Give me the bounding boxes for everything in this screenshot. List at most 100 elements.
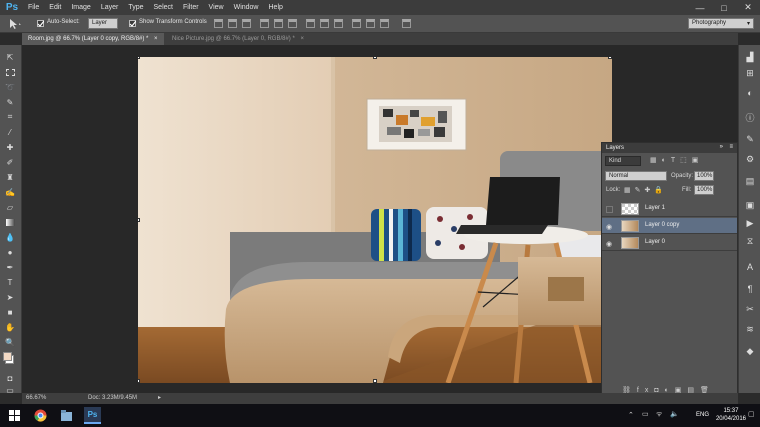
pen-tool-icon[interactable]: ✒ — [3, 261, 17, 273]
navigator-icon[interactable]: ⊞ — [744, 67, 756, 79]
layer-row-layer-1[interactable]: Layer 1 — [602, 201, 737, 217]
status-menu-arrow-icon[interactable]: ▸ — [158, 394, 161, 401]
layers-panel-title[interactable]: Layers — [606, 145, 624, 151]
language-indicator[interactable]: ENG — [696, 412, 709, 418]
auto-select-checkbox[interactable] — [37, 20, 44, 27]
transform-handle-left[interactable] — [138, 218, 140, 222]
brush-tool-icon[interactable]: ✐ — [3, 156, 17, 168]
history-brush-tool-icon[interactable]: ✍ — [3, 186, 17, 198]
align-bottom-icon[interactable] — [242, 19, 251, 28]
menu-filter[interactable]: Filter — [178, 4, 204, 11]
network-icon[interactable]: ▭ — [642, 410, 649, 418]
path-select-tool-icon[interactable]: ➤ — [3, 291, 17, 303]
menu-view[interactable]: View — [204, 4, 229, 11]
filter-icons[interactable]: ▦◐T⬚▣ — [650, 156, 703, 164]
shape-tool-icon[interactable]: ■ — [3, 306, 17, 318]
align-top-icon[interactable] — [214, 19, 223, 28]
gradient-tool-icon[interactable] — [3, 216, 17, 228]
menu-help[interactable]: Help — [264, 4, 288, 11]
blur-tool-icon[interactable]: 💧 — [3, 231, 17, 243]
layer-name[interactable]: Layer 1 — [645, 205, 665, 211]
type-tool-icon[interactable]: T — [3, 276, 17, 288]
filter-kind-dropdown[interactable]: Kind — [605, 156, 641, 166]
background-color-swatch[interactable] — [3, 352, 12, 361]
dodge-tool-icon[interactable]: ● — [3, 246, 17, 258]
paragraph-icon[interactable]: ¶ — [744, 283, 756, 295]
hand-tool-icon[interactable]: ✋ — [3, 321, 17, 333]
menu-window[interactable]: Window — [229, 4, 264, 11]
volume-icon[interactable]: 🔈 — [670, 410, 679, 418]
actions-icon[interactable]: ▶ — [744, 217, 756, 229]
maximize-button[interactable]: □ — [712, 0, 736, 15]
eye-icon[interactable]: ◉ — [606, 240, 612, 248]
distribute-top-icon[interactable] — [306, 19, 315, 28]
character-icon[interactable]: A — [744, 261, 756, 273]
lasso-tool-icon[interactable]: ➰ — [3, 81, 17, 93]
histogram-icon[interactable]: ▟ — [744, 51, 756, 63]
clone-source-icon[interactable]: ⚙ — [744, 153, 756, 165]
menu-file[interactable]: File — [23, 4, 44, 11]
align-left-icon[interactable] — [260, 19, 269, 28]
tray-chevron-icon[interactable]: ⌃ — [628, 411, 634, 419]
menu-edit[interactable]: Edit — [44, 4, 66, 11]
zoom-tool-icon[interactable]: 🔍 — [3, 336, 17, 348]
move-tool-icon[interactable]: ⇱ — [3, 51, 17, 63]
menu-type[interactable]: Type — [123, 4, 148, 11]
align-center-icon[interactable] — [274, 19, 283, 28]
collapse-icon[interactable]: » — [720, 144, 723, 150]
distribute-center-icon[interactable] — [366, 19, 375, 28]
visibility-off-icon[interactable] — [606, 206, 613, 215]
layer-row-layer-0-copy[interactable]: ◉ Layer 0 copy — [602, 218, 737, 234]
eyedropper-tool-icon[interactable]: ⁄ — [3, 126, 17, 138]
stamp-tool-icon[interactable]: ♜ — [3, 171, 17, 183]
opacity-field[interactable]: 100% — [694, 171, 714, 181]
healing-tool-icon[interactable]: ✚ — [3, 141, 17, 153]
info-icon[interactable]: ⓘ — [744, 111, 756, 123]
align-middle-icon[interactable] — [228, 19, 237, 28]
layer-name[interactable]: Layer 0 copy — [645, 222, 679, 228]
tab-room[interactable]: Room.jpg @ 66.7% (Layer 0 copy, RGB/8#) … — [22, 33, 164, 45]
eye-icon[interactable]: ◉ — [606, 223, 612, 231]
show-transform-checkbox[interactable] — [129, 20, 136, 27]
tab-close-icon[interactable]: × — [300, 36, 304, 42]
fill-field[interactable]: 100% — [694, 185, 714, 195]
layers-panel-icon[interactable]: ▤ — [744, 175, 756, 187]
clock[interactable]: 15:37 20/04/2016 — [716, 407, 746, 423]
distribute-left-icon[interactable] — [352, 19, 361, 28]
close-button[interactable]: ✕ — [736, 0, 760, 15]
distribute-middle-icon[interactable] — [320, 19, 329, 28]
photoshop-taskbar-icon[interactable]: Ps — [84, 407, 101, 424]
quick-mask-icon[interactable]: ◘ — [3, 372, 17, 384]
workspace-dropdown[interactable]: Photography ▾ — [688, 18, 754, 29]
minimize-button[interactable]: — — [688, 0, 712, 15]
distribute-right-icon[interactable] — [380, 19, 389, 28]
align-right-icon[interactable] — [288, 19, 297, 28]
screen-mode-icon[interactable]: ▭ — [3, 384, 17, 396]
eraser-tool-icon[interactable]: ▱ — [3, 201, 17, 213]
transform-handle-bottom[interactable] — [373, 379, 377, 383]
tab-close-icon[interactable]: × — [154, 36, 158, 42]
tool-presets-icon[interactable]: ✂ — [744, 303, 756, 315]
blend-mode-dropdown[interactable]: Normal — [605, 171, 667, 181]
notifications-icon[interactable]: ▢ — [748, 410, 755, 418]
channels-icon[interactable]: ≋ — [744, 323, 756, 335]
document-canvas[interactable] — [138, 57, 612, 383]
auto-align-icon[interactable] — [402, 19, 411, 28]
history-icon[interactable]: ⧖ — [744, 235, 756, 247]
menu-layer[interactable]: Layer — [96, 4, 124, 11]
windows-start-icon[interactable] — [6, 407, 23, 424]
chrome-icon[interactable] — [32, 407, 49, 424]
layer-row-layer-0[interactable]: ◉ Layer 0 — [602, 235, 737, 251]
transform-handle-tr[interactable] — [608, 57, 612, 59]
transform-handle-top[interactable] — [373, 57, 377, 59]
zoom-level[interactable]: 66.67% — [26, 395, 46, 401]
marquee-tool-icon[interactable] — [3, 66, 17, 78]
adjustments-icon[interactable]: ◐ — [744, 87, 756, 99]
quick-select-tool-icon[interactable]: ✎ — [3, 96, 17, 108]
lock-icons[interactable]: ▦✎✚🔒 — [624, 186, 667, 194]
layer-name[interactable]: Layer 0 — [645, 239, 665, 245]
transform-handle-tl[interactable] — [138, 57, 140, 59]
transform-handle-bl[interactable] — [138, 379, 140, 383]
distribute-bottom-icon[interactable] — [334, 19, 343, 28]
panel-menu-icon[interactable]: ≡ — [729, 144, 733, 150]
